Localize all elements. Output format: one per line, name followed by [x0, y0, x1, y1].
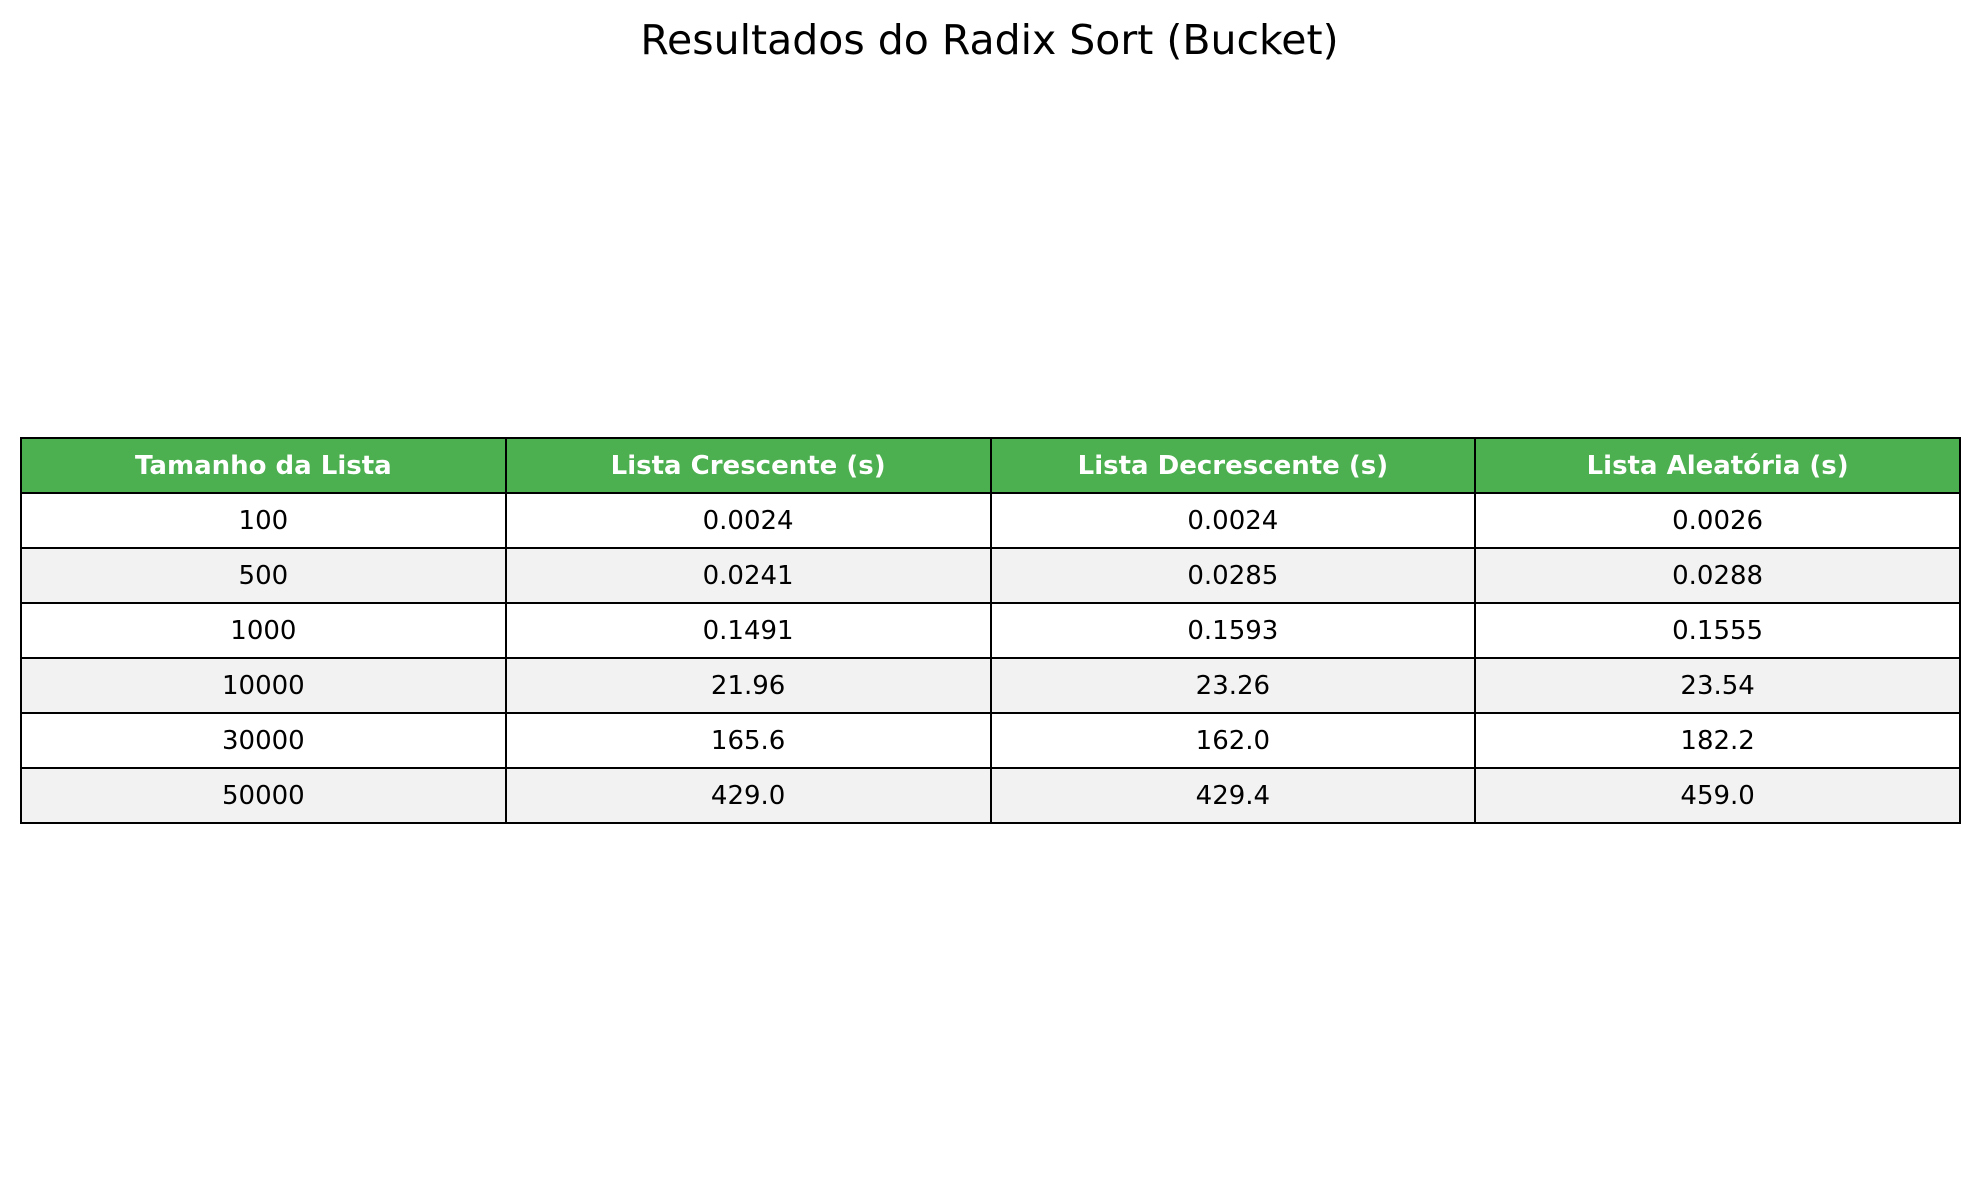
table-cell: 182.2: [1474, 712, 1961, 769]
column-header: Lista Aleatória (s): [1474, 437, 1961, 494]
table-cell: 162.0: [989, 712, 1477, 769]
table-cell: 0.0241: [504, 547, 992, 604]
header-row: Tamanho da Lista Lista Crescente (s) Lis…: [20, 437, 1961, 494]
table-row: 500 0.0241 0.0285 0.0288: [20, 547, 1961, 604]
table-cell: 21.96: [504, 657, 992, 714]
table-cell: 10000: [20, 657, 507, 714]
table-cell: 500: [20, 547, 507, 604]
table-cell: 429.4: [989, 767, 1477, 824]
table-cell: 1000: [20, 602, 507, 659]
table-cell: 165.6: [504, 712, 992, 769]
table-cell: 0.0024: [504, 492, 992, 549]
table-cell: 459.0: [1474, 767, 1961, 824]
table-cell: 0.1491: [504, 602, 992, 659]
column-header: Tamanho da Lista: [20, 437, 507, 494]
table-row: 100 0.0024 0.0024 0.0026: [20, 492, 1961, 549]
table-cell: 429.0: [504, 767, 992, 824]
chart-title: Resultados do Radix Sort (Bucket): [640, 16, 1339, 64]
table-cell: 23.26: [989, 657, 1477, 714]
column-header: Lista Decrescente (s): [989, 437, 1477, 494]
table-cell: 0.1593: [989, 602, 1477, 659]
table-row: 1000 0.1491 0.1593 0.1555: [20, 602, 1961, 659]
table-row: 30000 165.6 162.0 182.2: [20, 712, 1961, 769]
table-cell: 0.0288: [1474, 547, 1961, 604]
table-row: 10000 21.96 23.26 23.54: [20, 657, 1961, 714]
results-table: Tamanho da Lista Lista Crescente (s) Lis…: [20, 437, 1961, 824]
table-cell: 100: [20, 492, 507, 549]
table-cell: 50000: [20, 767, 507, 824]
table-cell: 30000: [20, 712, 507, 769]
table-cell: 0.0026: [1474, 492, 1961, 549]
table-cell: 0.0024: [989, 492, 1477, 549]
table-cell: 23.54: [1474, 657, 1961, 714]
table-cell: 0.0285: [989, 547, 1477, 604]
table-cell: 0.1555: [1474, 602, 1961, 659]
table-row: 50000 429.0 429.4 459.0: [20, 767, 1961, 824]
column-header: Lista Crescente (s): [504, 437, 992, 494]
